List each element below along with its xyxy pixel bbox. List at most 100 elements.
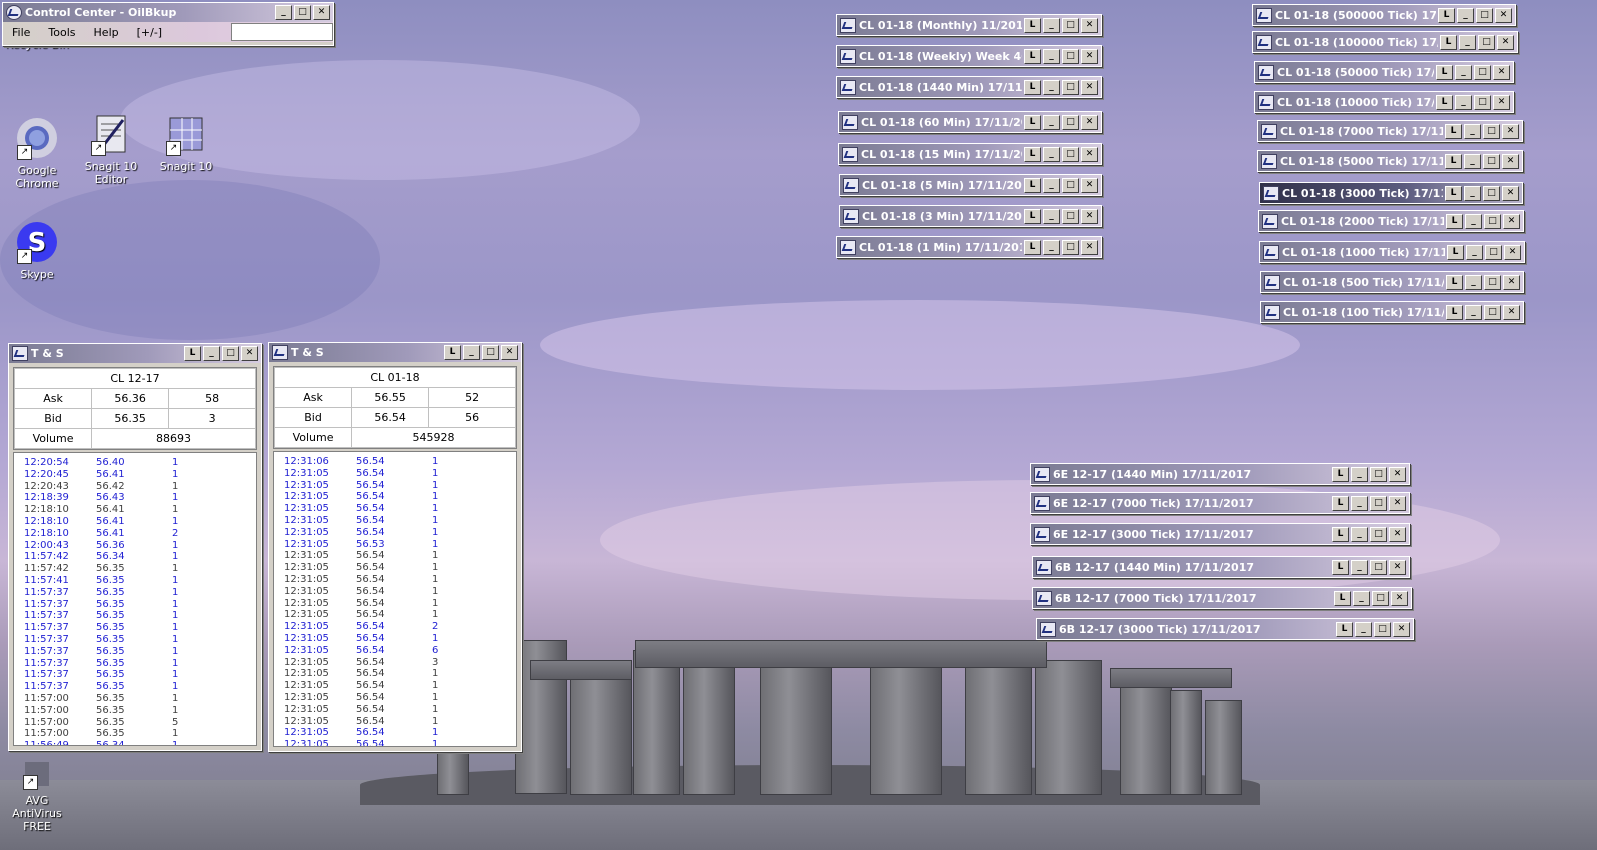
menu-tools[interactable]: Tools xyxy=(39,26,84,39)
link-button[interactable]: L xyxy=(1334,590,1351,606)
close-button[interactable]: ✕ xyxy=(1081,48,1098,64)
chart-window-titlebar[interactable]: CL 01-18 (Monthly) 11/2017 - L _ □ ✕ xyxy=(837,15,1101,35)
chart-window[interactable]: 6B 12-17 (1440 Min) 17/11/2017 L _ □ ✕ xyxy=(1032,556,1410,578)
close-button[interactable]: ✕ xyxy=(1389,466,1406,482)
maximize-button[interactable]: □ xyxy=(1062,114,1079,130)
link-button[interactable]: L xyxy=(1024,177,1041,193)
chart-window[interactable]: CL 01-18 (50000 Tick) 17/11/L_□✕ xyxy=(1254,61,1514,83)
minimize-button[interactable]: _ xyxy=(1455,64,1472,80)
maximize-button[interactable]: □ xyxy=(1370,466,1387,482)
close-button[interactable]: ✕ xyxy=(1081,114,1098,130)
chart-window[interactable]: CL 01-18 (Weekly) Week 46/20L_□✕ xyxy=(836,45,1102,67)
close-button[interactable]: ✕ xyxy=(1503,304,1520,320)
minimize-button[interactable]: _ xyxy=(1465,304,1482,320)
chart-window-titlebar[interactable]: CL 01-18 (15 Min) 17/11/2017L_□✕ xyxy=(839,144,1101,164)
chart-window[interactable]: 6E 12-17 (3000 Tick) 17/11/2017 L _ □ ✕ xyxy=(1030,523,1410,545)
chart-window-titlebar[interactable]: CL 01-18 (5000 Tick) 17/11/2 L _ □ ✕ xyxy=(1258,151,1522,171)
minimize-button[interactable]: _ xyxy=(463,345,480,360)
chart-window[interactable]: CL 01-18 (1440 Min) 17/11/20L_□✕ xyxy=(836,76,1102,98)
maximize-button[interactable]: □ xyxy=(222,346,239,361)
desktop-icon-skype[interactable]: S ↗ Skype xyxy=(3,220,71,281)
minimize-button[interactable]: _ xyxy=(1464,123,1481,139)
maximize-button[interactable]: □ xyxy=(1476,7,1493,23)
chart-window-titlebar[interactable]: 6E 12-17 (1440 Min) 17/11/2017 L _ □ ✕ xyxy=(1031,464,1409,484)
minimize-button[interactable]: _ xyxy=(1351,466,1368,482)
close-button[interactable]: ✕ xyxy=(1081,208,1098,224)
close-button[interactable]: ✕ xyxy=(1493,94,1510,110)
minimize-button[interactable]: _ xyxy=(1464,153,1481,169)
chart-window-titlebar[interactable]: CL 01-18 (100 Tick) 17/11/20 L _ □ ✕ xyxy=(1261,302,1523,322)
trade-list[interactable]: 12:31:06 56.54 1 12:31:05 56.54 1 12:31:05 56.5… xyxy=(273,451,517,747)
desktop-icon-google-chrome[interactable]: ↗ Google Chrome xyxy=(3,116,71,190)
maximize-button[interactable]: □ xyxy=(1478,34,1495,50)
chart-window[interactable]: 6B 12-17 (7000 Tick) 17/11/2017 L _ □ ✕ xyxy=(1032,587,1412,609)
chart-window[interactable]: CL 01-18 (Monthly) 11/2017 - L _ □ ✕ xyxy=(836,14,1102,36)
link-button[interactable]: L xyxy=(1436,94,1453,110)
chart-window-titlebar[interactable]: CL 01-18 (5 Min) 17/11/2017 L _ □ ✕ xyxy=(840,175,1101,195)
chart-window[interactable]: CL 01-18 (100 Tick) 17/11/20 L _ □ ✕ xyxy=(1260,301,1524,323)
link-button[interactable]: L xyxy=(1024,17,1041,33)
chart-window[interactable]: CL 01-18 (3000 Tick) 17/11/2 L _ □ ✕ xyxy=(1259,182,1523,204)
close-button[interactable]: ✕ xyxy=(1495,7,1512,23)
close-button[interactable]: ✕ xyxy=(1503,213,1520,229)
chart-window-titlebar[interactable]: 6B 12-17 (7000 Tick) 17/11/2017 L _ □ ✕ xyxy=(1033,588,1411,608)
minimize-button[interactable]: _ xyxy=(1043,114,1060,130)
maximize-button[interactable]: □ xyxy=(1483,185,1500,201)
maximize-button[interactable]: □ xyxy=(1374,621,1391,637)
chart-window[interactable]: CL 01-18 (60 Min) 17/11/2017L_□✕ xyxy=(838,111,1102,133)
chart-window[interactable]: 6E 12-17 (1440 Min) 17/11/2017 L _ □ ✕ xyxy=(1030,463,1410,485)
minimize-button[interactable]: _ xyxy=(1043,177,1060,193)
link-button[interactable]: L xyxy=(1024,79,1041,95)
link-button[interactable]: L xyxy=(1446,304,1463,320)
maximize-button[interactable]: □ xyxy=(1485,244,1502,260)
chart-window[interactable]: CL 01-18 (2000 Tick) 17/11/2 L _ □ ✕ xyxy=(1258,210,1524,232)
minimize-button[interactable]: _ xyxy=(1457,7,1474,23)
maximize-button[interactable]: □ xyxy=(1062,79,1079,95)
chart-window[interactable]: CL 01-18 (500000 Tick) 17/11/L_□✕ xyxy=(1252,4,1516,26)
link-button[interactable]: L xyxy=(1445,123,1462,139)
link-button[interactable]: L xyxy=(1436,64,1453,80)
maximize-button[interactable]: □ xyxy=(1062,239,1079,255)
maximize-button[interactable]: □ xyxy=(1062,146,1079,162)
minimize-button[interactable]: _ xyxy=(1043,79,1060,95)
chart-window[interactable]: CL 01-18 (5000 Tick) 17/11/2 L _ □ ✕ xyxy=(1257,150,1523,172)
chart-window-titlebar[interactable]: CL 01-18 (7000 Tick) 17/11/2 L _ □ ✕ xyxy=(1258,121,1522,141)
close-button[interactable]: ✕ xyxy=(1081,146,1098,162)
link-button[interactable]: L xyxy=(1445,153,1462,169)
menu-toggle[interactable]: [+/-] xyxy=(128,26,171,39)
close-button[interactable]: ✕ xyxy=(501,345,518,360)
desktop-icon-snagit[interactable]: ↗ Snagit 10 xyxy=(152,112,220,173)
ts-titlebar[interactable]: T & S L _ □ ✕ xyxy=(9,344,261,363)
link-button[interactable]: L xyxy=(1332,559,1349,575)
link-button[interactable]: L xyxy=(1438,7,1455,23)
close-button[interactable]: ✕ xyxy=(1081,17,1098,33)
minimize-button[interactable]: _ xyxy=(1351,526,1368,542)
minimize-button[interactable]: _ xyxy=(203,346,220,361)
chart-window-titlebar[interactable]: CL 01-18 (1440 Min) 17/11/20L_□✕ xyxy=(837,77,1101,97)
chart-window[interactable]: CL 01-18 (7000 Tick) 17/11/2 L _ □ ✕ xyxy=(1257,120,1523,142)
chart-window[interactable]: CL 01-18 (500 Tick) 17/11/20 L _ □ ✕ xyxy=(1260,271,1524,293)
maximize-button[interactable]: □ xyxy=(1370,559,1387,575)
close-button[interactable]: ✕ xyxy=(1493,64,1510,80)
minimize-button[interactable]: _ xyxy=(1043,146,1060,162)
close-button[interactable]: ✕ xyxy=(1504,244,1521,260)
chart-window[interactable]: CL 01-18 (3 Min) 17/11/2017 L _ □ ✕ xyxy=(839,205,1102,227)
chart-window[interactable]: 6B 12-17 (3000 Tick) 17/11/2017 L _ □ ✕ xyxy=(1036,618,1414,640)
maximize-button[interactable]: □ xyxy=(1370,495,1387,511)
close-button[interactable]: ✕ xyxy=(1081,177,1098,193)
menu-help[interactable]: Help xyxy=(85,26,128,39)
maximize-button[interactable]: □ xyxy=(1062,17,1079,33)
maximize-button[interactable]: □ xyxy=(482,345,499,360)
desktop-icon-snagit-editor[interactable]: ↗ Snagit 10 Editor xyxy=(77,112,145,186)
close-button[interactable]: ✕ xyxy=(313,5,330,20)
close-button[interactable]: ✕ xyxy=(1389,526,1406,542)
chart-window-titlebar[interactable]: CL 01-18 (2000 Tick) 17/11/2 L _ □ ✕ xyxy=(1259,211,1523,231)
link-button[interactable]: L xyxy=(1332,495,1349,511)
maximize-button[interactable]: □ xyxy=(1484,304,1501,320)
ts-titlebar[interactable]: T & S L _ □ ✕ xyxy=(269,343,521,362)
chart-window-titlebar[interactable]: CL 01-18 (3000 Tick) 17/11/2 L _ □ ✕ xyxy=(1260,183,1522,203)
time-and-sales-window[interactable]: T & S L _ □ ✕ CL 12-17 Ask 56.36 58 Bid 56.35 3 Volu… xyxy=(8,343,262,751)
maximize-button[interactable]: □ xyxy=(1474,64,1491,80)
link-button[interactable]: L xyxy=(1024,208,1041,224)
close-button[interactable]: ✕ xyxy=(241,346,258,361)
